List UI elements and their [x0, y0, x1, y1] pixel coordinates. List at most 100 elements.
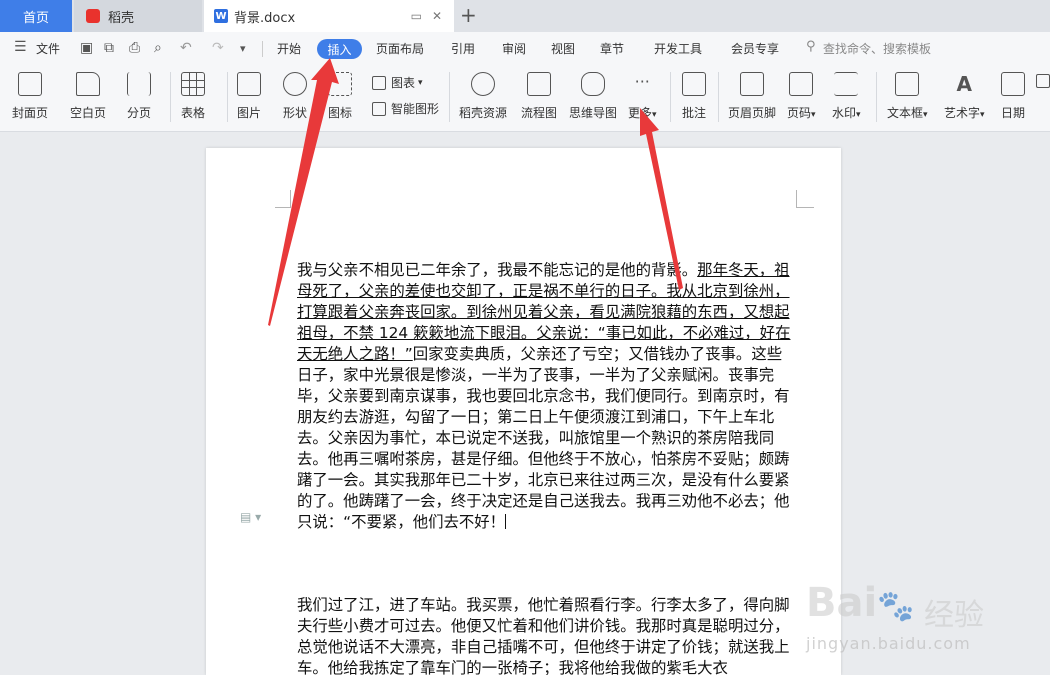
table-label: 表格: [181, 106, 206, 120]
mindmap-button[interactable]: 思维导图: [569, 72, 617, 121]
insert-ribbon: 封面页 空白页 分页 表格 图片 形状 图标 图表 ▾ 智能图形 稻壳资源 流程…: [0, 66, 1050, 132]
icon-button[interactable]: 图标: [328, 72, 352, 121]
smart-art-button[interactable]: 智能图形: [372, 100, 439, 117]
table-button[interactable]: 表格: [181, 72, 205, 121]
chart-icon: [372, 75, 386, 90]
menu-developer[interactable]: 开发工具: [654, 40, 702, 57]
menu-section[interactable]: 章节: [600, 40, 624, 57]
chart-button[interactable]: 图表 ▾: [372, 74, 423, 91]
menu-references[interactable]: 引用: [451, 40, 475, 57]
save-icon[interactable]: ▣: [80, 40, 93, 56]
attachment-icon: [1036, 74, 1050, 88]
divider: [170, 72, 171, 122]
comment-button[interactable]: 批注: [682, 72, 706, 121]
search-icon: ⚲: [806, 39, 816, 54]
watermark-brand: Bai🐾: [806, 580, 915, 626]
divider: [670, 72, 671, 122]
mindmap-icon: [581, 72, 605, 96]
wordart-label: 艺术字▾: [944, 106, 985, 120]
watermark-icon: [834, 72, 859, 96]
flowchart-icon: [527, 72, 551, 96]
menu-view[interactable]: 视图: [551, 40, 575, 57]
watermark-url: jingyan.baidu.com: [806, 634, 971, 653]
page-break-button[interactable]: 分页: [127, 72, 151, 121]
margin-corner-mark: [796, 190, 814, 208]
daoke-resources-icon: [471, 72, 495, 96]
page-number-button[interactable]: 页码▾: [787, 72, 816, 121]
tab-home-label: 首页: [22, 10, 49, 26]
paragraph-1[interactable]: 我与父亲不相见已二年余了，我最不能忘记的是他的背影。那年冬天，祖母死了，父亲的差…: [297, 260, 795, 533]
new-tab-icon[interactable]: +: [460, 3, 477, 27]
command-search-input[interactable]: 查找命令、搜索模板: [823, 40, 931, 57]
tab-daoke[interactable]: 稻壳: [74, 0, 202, 32]
undo-icon[interactable]: ↶: [180, 40, 192, 56]
page-number-icon: [789, 72, 814, 96]
blank-page-icon: [76, 72, 100, 96]
menu-review[interactable]: 审阅: [502, 40, 526, 57]
blank-page-button[interactable]: 空白页: [70, 72, 106, 121]
table-icon: [181, 72, 205, 96]
date-button[interactable]: 日期: [1001, 72, 1025, 121]
attachment-button[interactable]: [1036, 74, 1050, 88]
more-button[interactable]: ··· 更多▾: [628, 72, 657, 121]
tab-bar: 首页 稻壳 W 背景.docx ▭ ✕ +: [0, 0, 1050, 32]
divider: [262, 41, 263, 57]
divider: [718, 72, 719, 122]
customize-toolbar-icon[interactable]: ▾: [240, 42, 246, 55]
flowchart-label: 流程图: [521, 106, 558, 120]
print-preview-icon[interactable]: ⌕: [154, 40, 162, 56]
hamburger-menu-icon[interactable]: ☰: [14, 39, 27, 55]
icon-library-icon: [328, 72, 352, 96]
tab-home[interactable]: 首页: [0, 0, 72, 32]
wordart-button[interactable]: A 艺术字▾: [944, 72, 985, 121]
more-dots-icon: ···: [634, 72, 650, 91]
more-label: 更多▾: [628, 106, 657, 120]
divider: [876, 72, 877, 122]
page-number-label: 页码▾: [787, 106, 816, 120]
picture-icon: [237, 72, 261, 96]
menu-page-layout[interactable]: 页面布局: [376, 40, 424, 57]
window-mode-icon[interactable]: ▭: [411, 9, 422, 23]
page-break-label: 分页: [127, 106, 152, 120]
smart-art-icon: [372, 101, 386, 116]
flowchart-button[interactable]: 流程图: [521, 72, 557, 121]
tab-daoke-label: 稻壳: [108, 10, 135, 26]
divider: [449, 72, 450, 122]
menu-member[interactable]: 会员专享: [731, 40, 779, 57]
chart-label: 图表: [391, 76, 416, 90]
cover-page-label: 封面页: [12, 106, 49, 120]
close-tab-icon[interactable]: ✕: [432, 9, 442, 23]
divider: [227, 72, 228, 122]
daoke-logo-icon: [86, 9, 100, 23]
mindmap-label: 思维导图: [569, 106, 618, 120]
paragraph-1-rest: 回家变卖典质，父亲还了亏空；又借钱办了丧事。这些日子，家中光景很是惨淡，一半为了…: [297, 345, 790, 531]
paragraph-options-icon[interactable]: ▤ ▾: [240, 510, 261, 524]
shape-button[interactable]: 形状: [283, 72, 307, 121]
date-label: 日期: [1001, 106, 1026, 120]
textbox-button[interactable]: 文本框▾: [887, 72, 928, 121]
shape-icon: [283, 72, 307, 96]
watermark-brand-suffix: 经验: [924, 598, 984, 633]
export-icon[interactable]: ⧉: [104, 40, 114, 56]
tab-document[interactable]: W 背景.docx ▭ ✕: [204, 0, 454, 32]
paragraph-2[interactable]: 我们过了江，进了车站。我买票，他忙着照看行李。行李太多了，得向脚夫行些小费才可过…: [297, 595, 795, 675]
watermark-label: 水印▾: [832, 106, 861, 120]
tab-document-label: 背景.docx: [234, 10, 296, 26]
menu-start[interactable]: 开始: [277, 40, 301, 57]
word-doc-icon: W: [214, 9, 228, 23]
header-footer-button[interactable]: 页眉页脚: [728, 72, 776, 121]
header-footer-label: 页眉页脚: [728, 106, 777, 120]
watermark-button[interactable]: 水印▾: [832, 72, 861, 121]
menu-file[interactable]: 文件: [36, 40, 60, 57]
daoke-resources-button[interactable]: 稻壳资源: [459, 72, 507, 121]
shape-label: 形状: [283, 106, 308, 120]
smart-art-label: 智能图形: [391, 102, 440, 116]
picture-label: 图片: [237, 106, 262, 120]
cover-page-button[interactable]: 封面页: [12, 72, 48, 121]
menu-insert[interactable]: 插入: [317, 39, 362, 59]
redo-icon[interactable]: ↷: [212, 40, 224, 56]
print-icon[interactable]: ⎙: [129, 40, 140, 56]
blank-page-label: 空白页: [70, 106, 107, 120]
picture-button[interactable]: 图片: [237, 72, 261, 121]
page-break-icon: [127, 72, 151, 96]
